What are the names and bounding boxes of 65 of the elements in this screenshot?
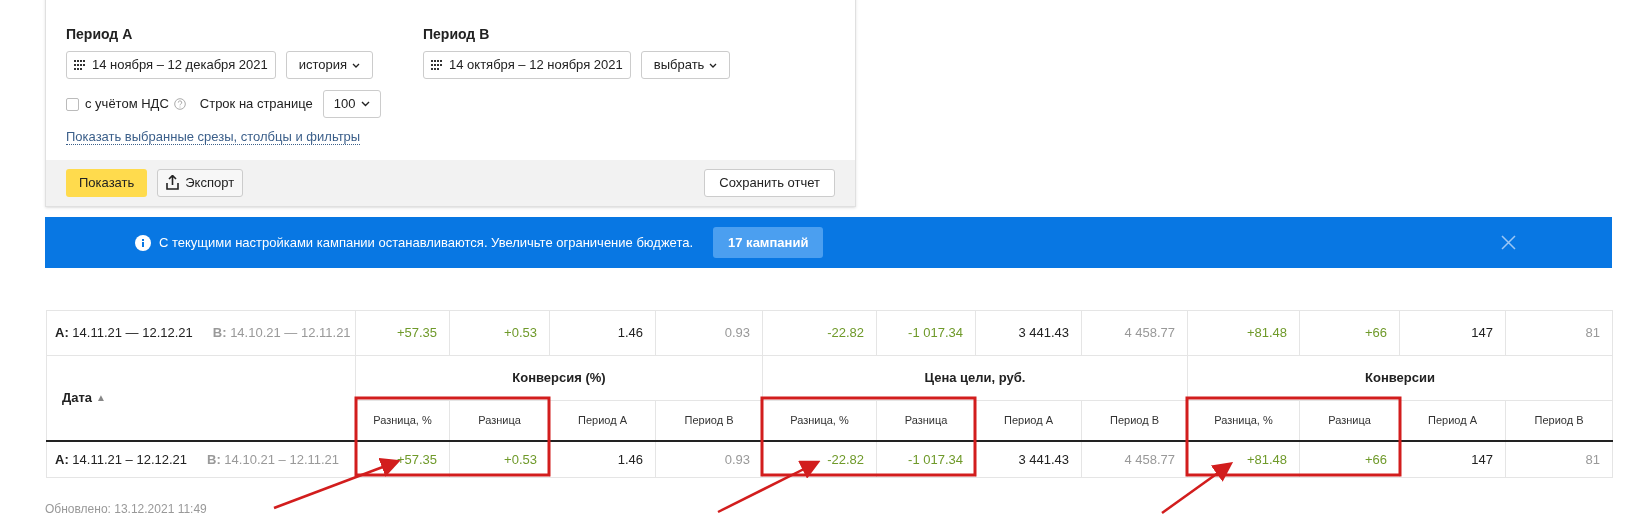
table-cell: 147 — [1399, 440, 1506, 478]
table-cell: 1.46 — [549, 440, 656, 478]
table-cell: 81 — [1505, 310, 1613, 356]
table-cell: -22.82 — [762, 440, 877, 478]
table-cell: +66 — [1299, 310, 1400, 356]
preset-dropdown[interactable]: выбрать — [640, 51, 731, 79]
table-cell: +57.35 — [355, 440, 450, 478]
period-label: Период А — [66, 25, 134, 42]
column-header[interactable]: Период А — [975, 400, 1082, 441]
table-cell: 4 458.77 — [1081, 310, 1188, 356]
rows-per-page-label: Строк на странице — [199, 95, 313, 114]
column-header[interactable]: Разница — [449, 400, 550, 441]
updated-timestamp: Обновлено: 13.12.2021 11:49 — [45, 501, 207, 518]
column-header[interactable]: Период А — [549, 400, 656, 441]
preset-dropdown[interactable]: история — [285, 51, 374, 79]
column-header[interactable]: Разница — [1299, 400, 1400, 441]
column-header[interactable]: Период В — [655, 400, 763, 441]
upload-icon — [166, 175, 180, 190]
column-header[interactable]: Разница, % — [355, 400, 450, 441]
calendar-icon — [74, 60, 87, 70]
table-cell: +0.53 — [449, 310, 550, 356]
table-cell: 1.46 — [549, 310, 656, 356]
help-icon — [173, 98, 186, 110]
save-report-button[interactable]: Сохранить отчет — [704, 168, 835, 197]
checkbox[interactable] — [66, 97, 79, 111]
show-button[interactable]: Показать — [66, 168, 148, 197]
date-range-b: B: 14.10.21 – 12.11.21 — [207, 450, 340, 469]
date-range-field[interactable]: 14 ноября – 12 декабря 2021 — [66, 51, 276, 79]
date-range-a: A: 14.11.21 — 12.12.21 — [55, 324, 193, 343]
table-cell: 147 — [1399, 310, 1506, 356]
caret-icon — [352, 62, 361, 68]
table-cell: 0.93 — [655, 310, 763, 356]
date-range-b: B: 14.10.21 — 12.11.21 — [212, 324, 351, 343]
date-column-header[interactable]: Дата — [62, 388, 93, 408]
table-cell: 81 — [1505, 440, 1613, 478]
period-label: Период В — [423, 25, 491, 42]
table-cell: 3 441.43 — [975, 310, 1082, 356]
table-cell: 3 441.43 — [975, 440, 1082, 478]
column-header[interactable]: Разница, % — [1187, 400, 1300, 441]
show-filters-link[interactable]: Показать выбранные срезы, столбцы и фильтры — [66, 129, 361, 145]
close-icon[interactable] — [1501, 235, 1516, 250]
caret-icon — [709, 62, 718, 68]
banner-message: С текущими настройками кампании останавливаются. Увеличьте ограничение бюджета. — [159, 233, 694, 252]
checkbox-label: с учётом НДС — [85, 95, 169, 114]
calendar-icon — [431, 60, 444, 70]
table-cell: -22.82 — [762, 310, 877, 356]
column-group-header: Конверсии — [1187, 355, 1613, 401]
rows-per-page-dropdown[interactable]: 100 — [322, 90, 381, 118]
table-cell: +57.35 — [355, 310, 450, 356]
column-header[interactable]: Разница — [876, 400, 976, 441]
column-group-header: Конверсия (%) — [355, 355, 763, 401]
column-header[interactable]: Период А — [1399, 400, 1506, 441]
sort-ascending-icon[interactable]: ▲ — [96, 390, 106, 406]
info-icon — [135, 234, 151, 251]
column-group-header: Цена цели, руб. — [762, 355, 1188, 401]
table-cell: -1 017.34 — [876, 310, 976, 356]
caret-icon — [360, 101, 370, 107]
date-range-a: A: 14.11.21 – 12.12.21 — [55, 450, 188, 469]
date-range-field[interactable]: 14 октября – 12 ноября 2021 — [423, 51, 631, 79]
column-header[interactable]: Период В — [1505, 400, 1613, 441]
column-header[interactable]: Разница, % — [762, 400, 877, 441]
export-button[interactable]: Экспорт — [157, 168, 244, 197]
table-cell: +81.48 — [1187, 310, 1300, 356]
column-header[interactable]: Период В — [1081, 400, 1188, 441]
table-cell: +81.48 — [1187, 440, 1300, 478]
